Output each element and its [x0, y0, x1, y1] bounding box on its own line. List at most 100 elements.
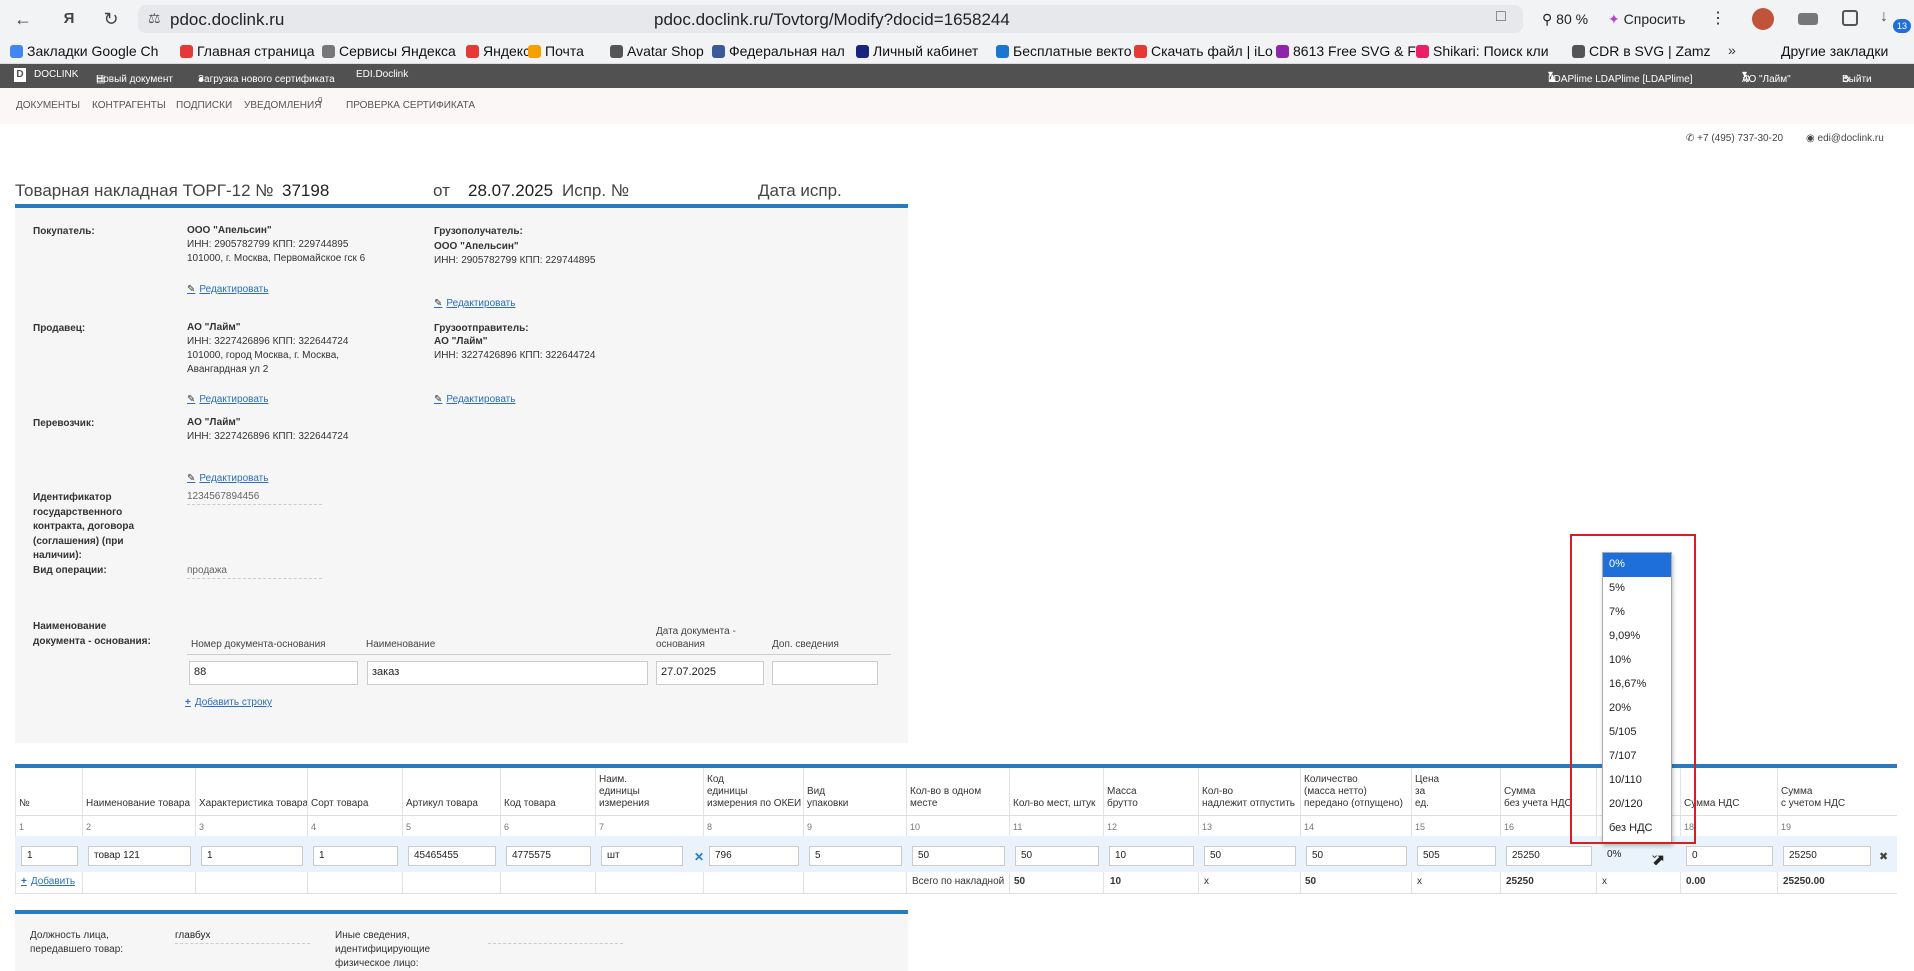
basis-number-input[interactable]: 88	[189, 661, 358, 685]
row-cell-input[interactable]: 0	[1686, 846, 1773, 866]
bookmark-item[interactable]: Главная страница	[180, 42, 315, 60]
buyer-edit-link[interactable]: ✎ Редактировать	[187, 284, 268, 295]
total-with-vat: 25250.00	[1783, 876, 1825, 887]
consignee-edit-link[interactable]: ✎ Редактировать	[434, 298, 515, 309]
seller-info: АО "Лайм" ИНН: 3227426896 КПП: 322644724…	[187, 321, 348, 377]
contract-label-line: (соглашения) (при	[33, 535, 124, 547]
contract-id-field[interactable]: 1234567894456	[187, 491, 322, 505]
reload-icon[interactable]: ↻	[98, 7, 124, 31]
doc-date[interactable]: 28.07.2025	[468, 181, 553, 201]
row-cell-input[interactable]: 50	[912, 846, 1005, 866]
edi-link[interactable]: EDI.Doclink	[356, 69, 408, 80]
address-bar[interactable]: ⚖ pdoc.doclink.ru pdoc.doclink.ru/Tovtor…	[138, 5, 1523, 33]
bookmark-item[interactable]: CDR в SVG | Zamz	[1572, 42, 1711, 60]
shipper-edit-link[interactable]: ✎ Редактировать	[434, 394, 515, 405]
bookmark-icon[interactable]: □	[1496, 8, 1506, 26]
extension-icon[interactable]	[1798, 13, 1818, 25]
operation-field[interactable]: продажа	[187, 565, 322, 579]
row-cell-input[interactable]: 505	[1417, 846, 1496, 866]
yandex-icon[interactable]: Я	[56, 7, 82, 31]
column-header: Характеристика товара	[199, 798, 308, 810]
row-cell-input[interactable]: 5	[809, 846, 902, 866]
row-cell-input[interactable]: шт	[601, 846, 683, 866]
row-cell-input[interactable]: 45465455	[408, 846, 496, 866]
column-header-line: Масса	[1107, 786, 1137, 797]
zoom-level[interactable]: ⚲ 80 %	[1542, 8, 1588, 30]
user-menu[interactable]: ♟ LDAPlime LDAPlime [LDAPlime] ▾	[1548, 69, 1693, 85]
row-cell-input[interactable]: 50	[1204, 846, 1296, 866]
clear-unit-icon[interactable]: ✕	[694, 850, 704, 864]
row-cell-input[interactable]: 50	[1015, 846, 1099, 866]
column-header: Наим. единицы измерения	[599, 774, 649, 810]
position-field[interactable]: главбух	[175, 930, 310, 944]
row-cell-input[interactable]: 1	[313, 846, 398, 866]
signatures-panel	[15, 914, 908, 971]
bookmark-item[interactable]: Avatar Shop	[610, 42, 704, 60]
row-cell-input[interactable]: 25250	[1506, 846, 1592, 866]
row-cell-input[interactable]: 1	[21, 846, 78, 866]
bookmark-favicon-icon	[1572, 45, 1585, 58]
main-menu: ДОКУМЕНТЫ КОНТРАГЕНТЫ ПОДПИСКИ УВЕДОМЛЕН…	[0, 88, 1914, 124]
row-cell-input[interactable]: 25250	[1783, 846, 1871, 866]
app-logo-text[interactable]: DOCLINK	[34, 69, 78, 80]
bookmark-label: Федеральная нал	[729, 43, 845, 59]
seller-edit-label: Редактировать	[199, 394, 269, 405]
menu-contragents[interactable]: КОНТРАГЕНТЫ	[92, 100, 166, 111]
bookmark-item[interactable]: Личный кабинет	[856, 42, 978, 60]
row-cell-input[interactable]: 796	[709, 846, 799, 866]
carrier-edit-link[interactable]: ✎ Редактировать	[187, 473, 268, 484]
add-basis-row-link[interactable]: + Добавить строку	[185, 697, 272, 708]
column-number: 2	[86, 822, 92, 832]
bookmark-item[interactable]: Федеральная нал	[712, 42, 845, 60]
menu-notifications[interactable]: УВЕДОМЛЕНИЯ	[244, 100, 321, 111]
row-cell-input[interactable]: 50	[1306, 846, 1407, 866]
ai-icon: ✦	[1608, 11, 1624, 27]
back-arrow-icon[interactable]: ←	[10, 7, 36, 31]
basis-date-header-line: Дата документа -	[656, 626, 736, 637]
bookmark-item[interactable]: Скачать файл | iLo	[1134, 42, 1273, 60]
basis-date-input[interactable]: 27.07.2025	[656, 661, 764, 685]
row-cell-input[interactable]: 10	[1109, 846, 1194, 866]
row-cell-input[interactable]: 1	[201, 846, 303, 866]
column-header-line: надлежит отпустить	[1202, 798, 1296, 809]
page-title: Товарная накладная ТОРГ-12 №	[15, 181, 274, 200]
column-divider	[1198, 768, 1199, 894]
pencil-icon: ✎	[187, 473, 196, 484]
pencil-icon: ✎	[434, 298, 443, 309]
add-goods-row-link[interactable]: + Добавить	[21, 876, 75, 887]
bookmark-item[interactable]: Закладки Google Ch	[10, 42, 158, 60]
column-header-line: Артикул товара	[406, 798, 478, 809]
menu-documents[interactable]: ДОКУМЕНТЫ	[16, 100, 80, 111]
seller-edit-link[interactable]: ✎ Редактировать	[187, 394, 268, 405]
total-x3: х	[1602, 876, 1607, 887]
downloads-icon[interactable]: ↓	[1880, 8, 1888, 26]
bookmark-item[interactable]: Shikari: Поиск кли	[1416, 42, 1549, 60]
bookmark-item[interactable]: Другие закладки	[1764, 42, 1888, 60]
other-info-field[interactable]	[488, 930, 623, 944]
email-contact[interactable]: ◉ edi@doclink.ru	[1806, 133, 1884, 144]
column-header-line: Наим.	[599, 774, 628, 785]
bookmark-favicon-icon	[712, 45, 725, 58]
bookmark-item[interactable]: Бесплатные векто	[996, 42, 1131, 60]
column-header-line: №	[19, 798, 30, 809]
bookmark-item[interactable]: 8613 Free SVG & F	[1276, 42, 1416, 60]
extension-avatar-icon[interactable]	[1752, 8, 1774, 30]
seller-address-1: 101000, город Москва, г. Москва,	[187, 350, 340, 361]
row-cell-input[interactable]: товар 121	[88, 846, 191, 866]
menu-subscriptions[interactable]: ПОДПИСКИ	[176, 100, 232, 111]
row-cell-input[interactable]: 4775575	[506, 846, 591, 866]
bookmark-item[interactable]: Яндекс	[466, 42, 530, 60]
bookmark-item[interactable]: Сервисы Яндекса	[322, 42, 456, 60]
org-menu[interactable]: ⚙ АО "Лайм" ▾	[1742, 69, 1791, 85]
bookmark-item[interactable]: Почта	[528, 42, 584, 60]
basis-extra-input[interactable]	[772, 661, 878, 685]
collections-icon[interactable]	[1842, 10, 1858, 26]
basis-name-input[interactable]: заказ	[367, 661, 648, 685]
more-bookmarks-icon[interactable]: »	[1728, 42, 1736, 58]
doc-number[interactable]: 37198	[282, 181, 329, 201]
menu-check-certificate[interactable]: ПРОВЕРКА СЕРТИФИКАТА	[346, 100, 475, 111]
basis-extra-header: Доп. сведения	[772, 639, 839, 650]
kebab-menu-icon[interactable]: ⋮	[1710, 8, 1726, 30]
ask-button[interactable]: ✦ Спросить	[1608, 8, 1685, 30]
delete-row-icon[interactable]: ✖	[1879, 850, 1888, 863]
